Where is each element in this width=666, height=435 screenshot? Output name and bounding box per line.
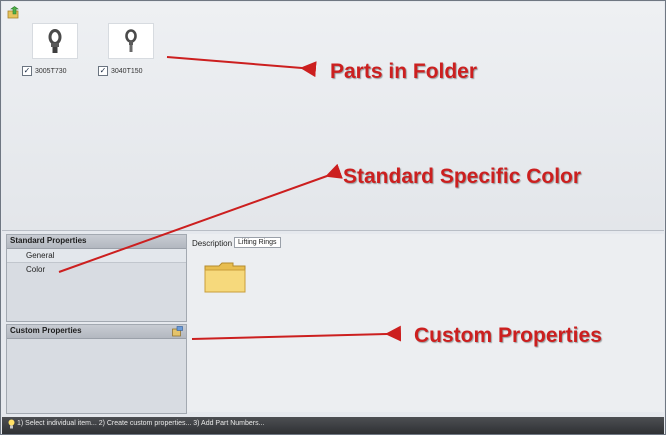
arrow-custom-properties: [191, 325, 402, 342]
annotation-standard-specific-color: Standard Specific Color: [343, 165, 582, 188]
arrow-standard-color: [58, 163, 343, 273]
annotation-parts-in-folder: Parts in Folder: [330, 60, 478, 83]
annotation-custom-properties: Custom Properties: [414, 324, 602, 347]
arrow-parts-in-folder: [166, 56, 317, 78]
